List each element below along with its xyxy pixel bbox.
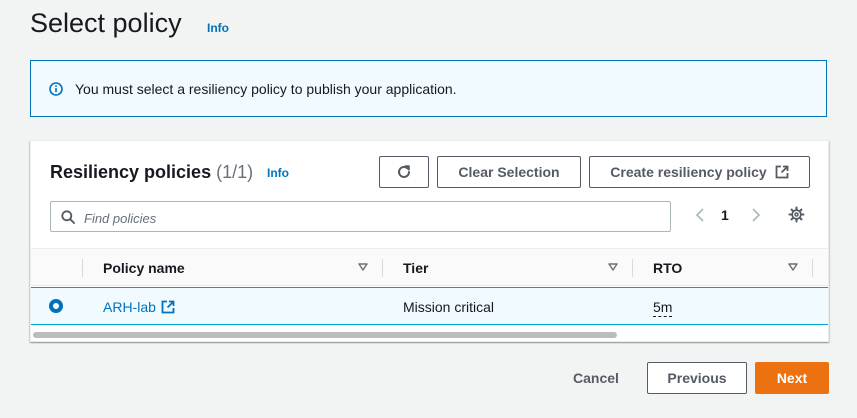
column-header-rto[interactable]: RTO [653, 260, 682, 276]
policy-name-link[interactable]: ARH-lab [103, 299, 175, 315]
gear-icon[interactable] [788, 206, 805, 223]
column-divider[interactable] [812, 259, 813, 277]
column-divider[interactable] [632, 259, 633, 277]
search-icon [61, 210, 75, 224]
panel-title-text: Resiliency policies [50, 162, 212, 182]
table-header: Policy name Tier RTO [31, 248, 828, 286]
column-divider [82, 259, 83, 277]
table-row[interactable]: ARH-lab Mission critical 5m [31, 287, 828, 325]
search-input[interactable] [82, 206, 666, 230]
page-info-link[interactable]: Info [207, 21, 229, 35]
sort-caret-down-icon[interactable] [358, 263, 368, 271]
panel-info-link[interactable]: Info [267, 166, 289, 180]
column-divider[interactable] [382, 259, 383, 277]
rto-cell: 5m [653, 299, 673, 317]
create-resiliency-policy-button[interactable]: Create resiliency policy [589, 156, 810, 188]
panel-count: (1/1) [216, 162, 254, 182]
sort-caret-down-icon[interactable] [788, 263, 798, 271]
search-field[interactable] [50, 201, 671, 232]
cancel-button[interactable]: Cancel [573, 370, 619, 386]
sort-caret-down-icon[interactable] [608, 263, 618, 271]
page-title: Select policy [30, 8, 182, 38]
row-select-radio[interactable] [49, 299, 63, 313]
info-alert: You must select a resiliency policy to p… [30, 60, 827, 117]
next-button[interactable]: Next [755, 362, 829, 394]
horizontal-scrollbar[interactable] [33, 332, 617, 338]
column-header-policy-name[interactable]: Policy name [103, 260, 185, 276]
previous-button[interactable]: Previous [647, 362, 747, 394]
clear-selection-button[interactable]: Clear Selection [437, 156, 581, 188]
external-link-icon [775, 165, 789, 179]
chevron-right-icon[interactable] [750, 207, 762, 223]
external-link-icon [161, 300, 175, 314]
policy-name-text: ARH-lab [103, 299, 156, 315]
column-header-tier[interactable]: Tier [403, 260, 428, 276]
tier-cell: Mission critical [403, 299, 495, 315]
alert-message: You must select a resiliency policy to p… [75, 81, 457, 97]
chevron-left-icon[interactable] [694, 207, 706, 223]
create-policy-label: Create resiliency policy [610, 164, 767, 180]
refresh-icon [398, 165, 410, 178]
info-circle-icon [49, 82, 63, 96]
resiliency-policies-panel: Resiliency policies (1/1) Info Clear Sel… [30, 140, 829, 342]
refresh-button[interactable] [379, 156, 429, 188]
panel-title: Resiliency policies (1/1) [50, 161, 253, 183]
current-page-number[interactable]: 1 [721, 207, 729, 223]
